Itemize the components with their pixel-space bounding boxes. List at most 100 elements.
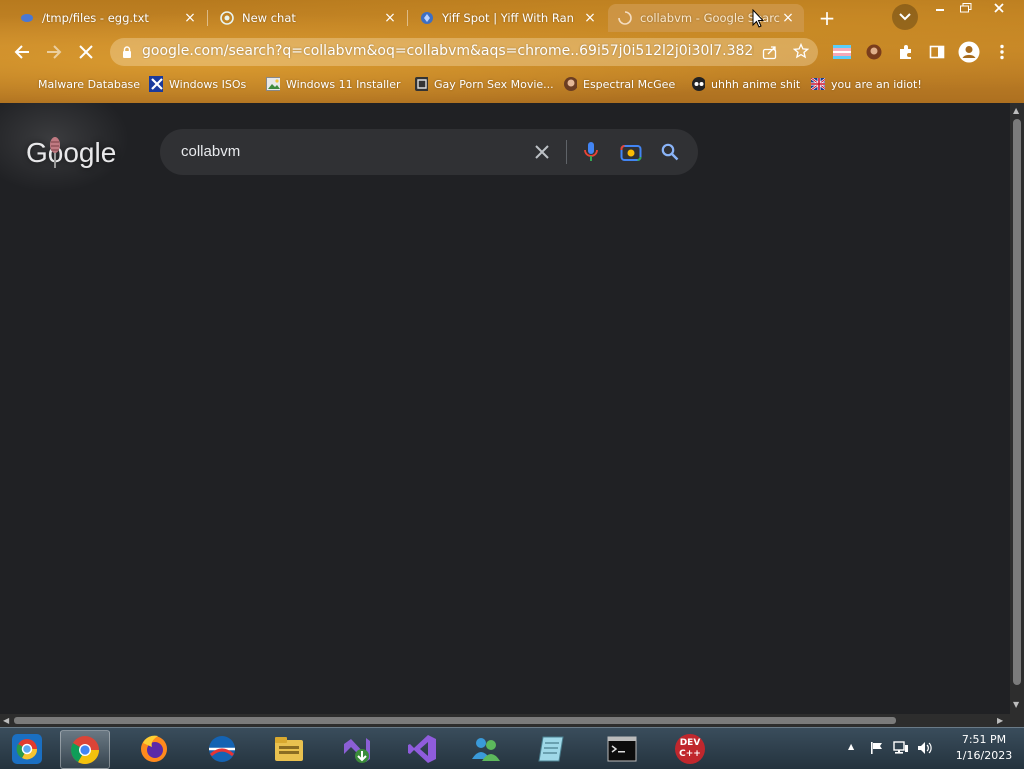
- browser-frame: /tmp/files - egg.txt × New chat × Yiff S…: [0, 0, 1024, 103]
- taskbar-visual-studio-installer[interactable]: [332, 730, 380, 767]
- stop-button[interactable]: [74, 40, 98, 64]
- image-search-button[interactable]: [619, 140, 643, 164]
- search-divider: [566, 140, 567, 164]
- forward-button[interactable]: [42, 40, 66, 64]
- notepad-icon: [538, 736, 564, 761]
- tab-yiff-spot[interactable]: Yiff Spot | Yiff With Ran ×: [410, 4, 606, 32]
- logo-text: Google: [26, 137, 117, 168]
- taskbar-notepad[interactable]: [527, 730, 575, 767]
- new-tab-button[interactable]: +: [814, 5, 840, 31]
- bookmark-label: you are an idiot!: [831, 77, 922, 91]
- scroll-left-icon[interactable]: ◀: [3, 716, 9, 725]
- extension-flag-button[interactable]: [830, 40, 854, 64]
- scrollbar-thumb[interactable]: [14, 717, 896, 724]
- tab-search-button[interactable]: [892, 4, 918, 30]
- start-button[interactable]: [3, 730, 51, 767]
- restore-icon: [960, 3, 972, 13]
- more-vert-icon: [1000, 44, 1004, 60]
- cpp-label: C++: [679, 748, 701, 759]
- bookmark-malware-database[interactable]: Malware Database: [38, 76, 140, 92]
- site-icon: [414, 77, 428, 91]
- volume-icon[interactable]: [917, 741, 933, 755]
- scroll-down-icon[interactable]: ▼: [1013, 700, 1019, 709]
- bookmark-label: Windows ISOs: [169, 77, 247, 91]
- lock-icon: [123, 46, 131, 58]
- taskbar-cmd[interactable]: [598, 730, 646, 767]
- image-icon: [266, 77, 280, 91]
- google-logo[interactable]: Google: [26, 133, 116, 173]
- taskbar-dev-cpp[interactable]: DEV C++: [666, 730, 714, 767]
- clear-search-button[interactable]: [530, 140, 554, 164]
- profile-icon: [958, 41, 980, 63]
- loading-spinner-icon: [618, 11, 632, 25]
- taskbar-chrome[interactable]: [60, 730, 110, 769]
- profile-button[interactable]: [957, 40, 981, 64]
- close-icon: [79, 45, 93, 59]
- microphone-doodle-icon: [50, 137, 60, 168]
- camera-icon: [620, 145, 642, 161]
- mouse-cursor-icon: [752, 9, 764, 28]
- close-icon[interactable]: ×: [182, 10, 198, 26]
- address-bar[interactable]: google.com/search?q=collabvm&oq=collabvm…: [110, 38, 818, 66]
- tab-egg-txt[interactable]: /tmp/files - egg.txt ×: [10, 4, 206, 32]
- back-button[interactable]: [10, 40, 34, 64]
- puzzle-favicon-icon: [20, 11, 34, 25]
- close-icon[interactable]: ×: [582, 10, 598, 26]
- taskbar-visual-studio[interactable]: [398, 730, 446, 767]
- chatgpt-favicon-icon: [220, 11, 234, 25]
- scroll-up-icon[interactable]: ▲: [1013, 106, 1019, 115]
- bookmark-anime[interactable]: uhhh anime shit: [691, 76, 800, 92]
- chrome-legacy-icon: [12, 733, 42, 764]
- horizontal-scrollbar[interactable]: ◀ ▶: [0, 714, 1010, 727]
- tab-collabvm-search[interactable]: collabvm - Google Search ×: [608, 4, 804, 32]
- voice-search-button[interactable]: [579, 140, 603, 164]
- close-icon: [535, 145, 549, 159]
- microphone-icon: [584, 142, 598, 161]
- bookmark-star-icon[interactable]: [793, 43, 809, 59]
- vertical-scrollbar[interactable]: ▲ ▼: [1010, 103, 1024, 714]
- taskbar-messenger[interactable]: [462, 730, 510, 767]
- search-box[interactable]: collabvm: [160, 129, 698, 175]
- tab-title: /tmp/files - egg.txt: [42, 11, 149, 25]
- folder-icon: [275, 736, 303, 761]
- tab-title: New chat: [242, 11, 296, 25]
- bookmark-label: uhhh anime shit: [711, 77, 801, 91]
- chrome-icon: [71, 735, 99, 764]
- clock-date: 1/16/2023: [955, 749, 1013, 762]
- clock[interactable]: 7:51 PM 1/16/2023: [944, 732, 1024, 764]
- page-content: Google collabvm: [0, 103, 1010, 714]
- extensions-button[interactable]: [894, 40, 918, 64]
- bookmark-espectral-mcgee[interactable]: Espectral McGee: [563, 76, 675, 92]
- close-icon[interactable]: ×: [382, 10, 398, 26]
- scrollbar-thumb[interactable]: [1013, 119, 1021, 685]
- search-button[interactable]: [658, 140, 682, 164]
- share-icon[interactable]: [762, 44, 778, 60]
- close-icon[interactable]: ×: [780, 10, 796, 26]
- url-text[interactable]: google.com/search?q=collabvm&oq=collabvm…: [142, 43, 754, 59]
- restore-button[interactable]: [952, 0, 980, 16]
- taskbar-file-explorer[interactable]: [265, 730, 313, 767]
- taskbar-opera[interactable]: [198, 730, 246, 767]
- close-window-button[interactable]: [984, 0, 1014, 16]
- action-center-flag-icon[interactable]: [870, 741, 884, 755]
- bookmark-windows-isos[interactable]: Windows ISOs: [149, 76, 246, 92]
- x-icon: [149, 76, 163, 92]
- tab-new-chat[interactable]: New chat ×: [210, 4, 406, 32]
- menu-button[interactable]: [990, 40, 1014, 64]
- network-icon[interactable]: [893, 741, 909, 755]
- system-tray: ▲ 7:51 PM 1/16/2023: [846, 728, 1024, 769]
- side-panel-button[interactable]: [925, 40, 949, 64]
- extension-avatar-button[interactable]: [862, 40, 886, 64]
- close-icon: [994, 3, 1004, 13]
- bookmark-idiot[interactable]: you are an idiot!: [811, 76, 922, 92]
- taskbar-firefox[interactable]: [130, 730, 178, 767]
- bookmark-label: Malware Database: [38, 77, 141, 91]
- minimize-button[interactable]: [926, 0, 954, 16]
- bookmark-site[interactable]: Gay Porn Sex Movie...: [414, 76, 554, 92]
- scroll-right-icon[interactable]: ▶: [997, 716, 1003, 725]
- show-hidden-icons-icon[interactable]: ▲: [848, 742, 854, 751]
- arrow-left-icon: [14, 45, 29, 59]
- search-input[interactable]: collabvm: [181, 143, 240, 160]
- bookmark-windows-11-installer[interactable]: Windows 11 Installer: [266, 76, 401, 92]
- search-icon: [661, 143, 679, 161]
